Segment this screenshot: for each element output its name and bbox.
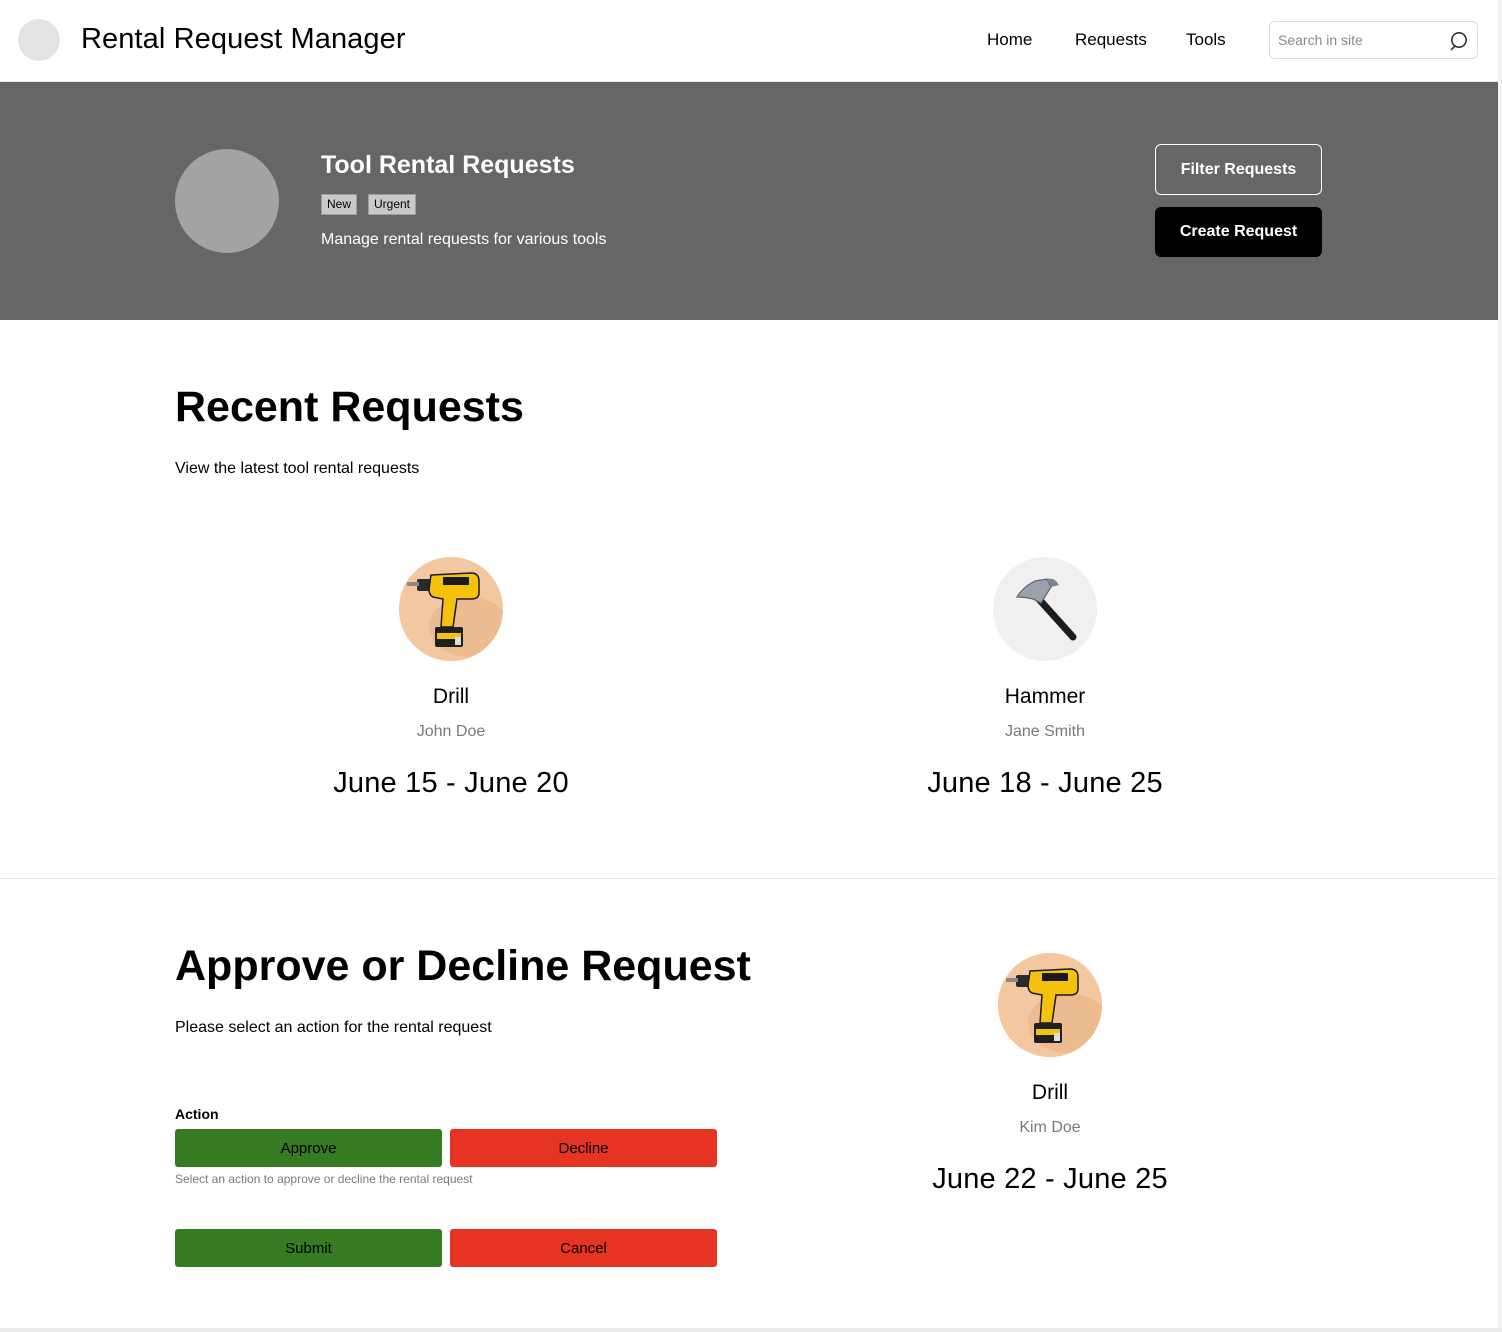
create-request-button[interactable]: Create Request	[1155, 207, 1322, 257]
drill-icon	[998, 953, 1102, 1057]
tag-new: New	[321, 194, 358, 215]
search-placeholder: Search in site	[1278, 32, 1363, 48]
hero-description: Manage rental requests for various tools	[321, 231, 607, 248]
app-title: Rental Request Manager	[81, 23, 406, 55]
nav-requests[interactable]: Requests	[1075, 30, 1147, 50]
hero-title: Tool Rental Requests	[321, 151, 575, 179]
page-edge	[1498, 0, 1502, 1332]
request-card-drill[interactable]: Drill John Doe June 15 - June 20	[301, 557, 601, 800]
hero-banner: Tool Rental Requests New Urgent Manage r…	[0, 82, 1498, 320]
search-icon[interactable]	[1450, 31, 1470, 51]
pending-request-card[interactable]: Drill Kim Doe June 22 - June 25	[900, 953, 1200, 1196]
logo-placeholder[interactable]	[18, 19, 60, 61]
card-date-range: June 22 - June 25	[932, 1163, 1168, 1195]
card-tool-name: Drill	[432, 685, 470, 708]
approve-section-title: Approve or Decline Request	[175, 942, 751, 990]
submit-button[interactable]: Submit	[175, 1229, 442, 1267]
drill-icon	[399, 557, 503, 661]
card-tool-name: Hammer	[1004, 685, 1086, 708]
tag-urgent: Urgent	[368, 194, 417, 215]
action-help-text: Select an action to approve or decline t…	[175, 1172, 473, 1186]
approve-section-subtitle: Please select an action for the rental r…	[175, 1019, 492, 1036]
card-requester-name: Jane Smith	[1004, 723, 1086, 740]
filter-requests-button[interactable]: Filter Requests	[1155, 144, 1322, 195]
card-date-range: June 15 - June 20	[333, 767, 569, 799]
hero-avatar	[175, 149, 279, 253]
card-requester-name: John Doe	[416, 723, 486, 740]
top-header: Rental Request Manager Home Requests Too…	[0, 0, 1498, 82]
card-tool-name: Drill	[1031, 1081, 1069, 1104]
section-divider	[0, 878, 1498, 879]
recent-requests-title: Recent Requests	[175, 383, 524, 431]
nav-home[interactable]: Home	[987, 30, 1032, 50]
hammer-icon	[993, 557, 1097, 661]
action-label: Action	[175, 1106, 219, 1122]
card-requester-name: Kim Doe	[1019, 1119, 1081, 1136]
request-card-hammer[interactable]: Hammer Jane Smith June 18 - June 25	[895, 557, 1195, 800]
recent-requests-subtitle: View the latest tool rental requests	[175, 460, 420, 477]
approve-button[interactable]: Approve	[175, 1129, 442, 1167]
decline-button[interactable]: Decline	[450, 1129, 717, 1167]
search-input[interactable]: Search in site	[1269, 21, 1478, 59]
page-bottom-edge	[0, 1328, 1502, 1332]
nav-tools[interactable]: Tools	[1186, 30, 1226, 50]
card-date-range: June 18 - June 25	[927, 767, 1163, 799]
cancel-button[interactable]: Cancel	[450, 1229, 717, 1267]
